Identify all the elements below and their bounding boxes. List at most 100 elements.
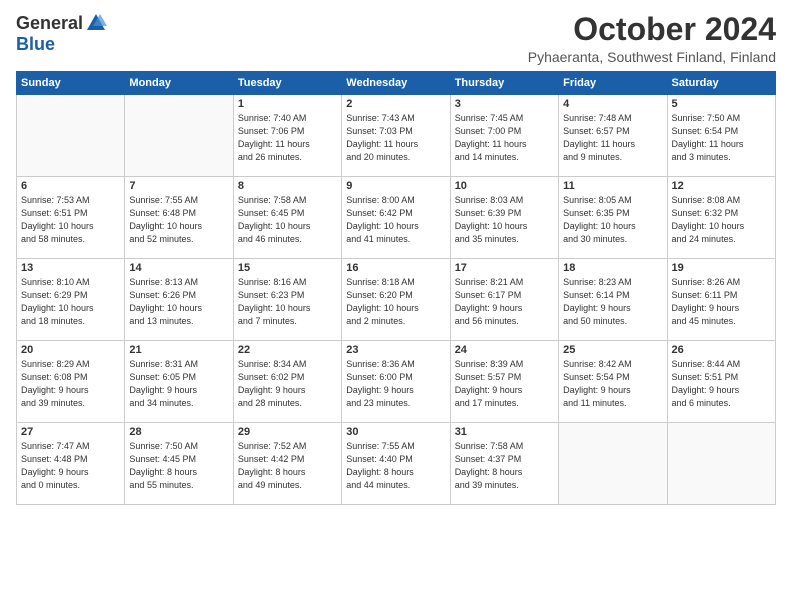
- calendar-cell: 2 Sunrise: 7:43 AM Sunset: 7:03 PM Daylig…: [342, 95, 450, 177]
- day-info: Sunrise: 7:45 AM Sunset: 7:00 PM Dayligh…: [455, 112, 554, 164]
- calendar-cell: [17, 95, 125, 177]
- calendar-cell: 10Sunrise: 8:03 AM Sunset: 6:39 PM Dayli…: [450, 177, 558, 259]
- day-info: Sunrise: 8:39 AM Sunset: 5:57 PM Dayligh…: [455, 358, 554, 410]
- day-number: 29: [238, 426, 337, 438]
- day-info: Sunrise: 7:55 AM Sunset: 4:40 PM Dayligh…: [346, 440, 445, 492]
- day-number: 14: [129, 262, 228, 274]
- calendar-cell: 18 Sunrise: 8:23 AM Sunset: 6:14 PM Dayli…: [559, 259, 667, 341]
- day-info: Sunrise: 8:00 AM Sunset: 6:42 PM Dayligh…: [346, 194, 445, 246]
- calendar-cell: 12Sunrise: 8:08 AM Sunset: 6:32 PM Dayli…: [667, 177, 775, 259]
- col-header-sunday: Sunday: [17, 72, 125, 95]
- calendar-cell: 20 Sunrise: 8:29 AM Sunset: 6:08 PM Dayli…: [17, 341, 125, 423]
- day-number: 4: [563, 98, 662, 110]
- day-number: 7: [129, 180, 228, 192]
- calendar-cell: 29Sunrise: 7:52 AM Sunset: 4:42 PM Dayli…: [233, 423, 341, 505]
- calendar-cell: 6 Sunrise: 7:53 AM Sunset: 6:51 PM Daylig…: [17, 177, 125, 259]
- day-number: 17: [455, 262, 554, 274]
- logo-general-text: General: [16, 13, 83, 34]
- day-info: Sunrise: 8:26 AM Sunset: 6:11 PM Dayligh…: [672, 276, 771, 328]
- calendar-cell: 28 Sunrise: 7:50 AM Sunset: 4:45 PM Dayli…: [125, 423, 233, 505]
- day-number: 2: [346, 98, 445, 110]
- day-number: 31: [455, 426, 554, 438]
- calendar-cell: 7 Sunrise: 7:55 AM Sunset: 6:48 PM Daylig…: [125, 177, 233, 259]
- calendar-cell: 30 Sunrise: 7:55 AM Sunset: 4:40 PM Dayli…: [342, 423, 450, 505]
- day-info: Sunrise: 7:47 AM Sunset: 4:48 PM Dayligh…: [21, 440, 120, 492]
- month-title: October 2024: [528, 12, 776, 47]
- calendar-table: SundayMondayTuesdayWednesdayThursdayFrid…: [16, 71, 776, 505]
- day-info: Sunrise: 8:23 AM Sunset: 6:14 PM Dayligh…: [563, 276, 662, 328]
- col-header-friday: Friday: [559, 72, 667, 95]
- day-info: Sunrise: 8:44 AM Sunset: 5:51 PM Dayligh…: [672, 358, 771, 410]
- col-header-saturday: Saturday: [667, 72, 775, 95]
- calendar-cell: 24 Sunrise: 8:39 AM Sunset: 5:57 PM Dayli…: [450, 341, 558, 423]
- day-info: Sunrise: 7:55 AM Sunset: 6:48 PM Dayligh…: [129, 194, 228, 246]
- day-info: Sunrise: 7:58 AM Sunset: 6:45 PM Dayligh…: [238, 194, 337, 246]
- calendar-cell: [559, 423, 667, 505]
- calendar-cell: 15Sunrise: 8:16 AM Sunset: 6:23 PM Dayli…: [233, 259, 341, 341]
- location-title: Pyhaeranta, Southwest Finland, Finland: [528, 49, 776, 65]
- day-info: Sunrise: 8:31 AM Sunset: 6:05 PM Dayligh…: [129, 358, 228, 410]
- col-header-thursday: Thursday: [450, 72, 558, 95]
- calendar-cell: 5 Sunrise: 7:50 AM Sunset: 6:54 PM Daylig…: [667, 95, 775, 177]
- calendar-cell: [125, 95, 233, 177]
- day-number: 28: [129, 426, 228, 438]
- day-info: Sunrise: 8:10 AM Sunset: 6:29 PM Dayligh…: [21, 276, 120, 328]
- day-info: Sunrise: 7:50 AM Sunset: 6:54 PM Dayligh…: [672, 112, 771, 164]
- day-info: Sunrise: 8:08 AM Sunset: 6:32 PM Dayligh…: [672, 194, 771, 246]
- logo-icon: [85, 12, 107, 34]
- logo-blue-text: Blue: [16, 34, 55, 55]
- day-number: 11: [563, 180, 662, 192]
- day-number: 23: [346, 344, 445, 356]
- day-info: Sunrise: 7:43 AM Sunset: 7:03 PM Dayligh…: [346, 112, 445, 164]
- calendar-cell: 25Sunrise: 8:42 AM Sunset: 5:54 PM Dayli…: [559, 341, 667, 423]
- day-info: Sunrise: 8:05 AM Sunset: 6:35 PM Dayligh…: [563, 194, 662, 246]
- col-header-monday: Monday: [125, 72, 233, 95]
- day-number: 19: [672, 262, 771, 274]
- calendar-cell: 21 Sunrise: 8:31 AM Sunset: 6:05 PM Dayli…: [125, 341, 233, 423]
- calendar-cell: [667, 423, 775, 505]
- calendar-cell: 11 Sunrise: 8:05 AM Sunset: 6:35 PM Dayli…: [559, 177, 667, 259]
- day-number: 18: [563, 262, 662, 274]
- day-info: Sunrise: 8:13 AM Sunset: 6:26 PM Dayligh…: [129, 276, 228, 328]
- calendar-cell: 22Sunrise: 8:34 AM Sunset: 6:02 PM Dayli…: [233, 341, 341, 423]
- calendar-cell: 14 Sunrise: 8:13 AM Sunset: 6:26 PM Dayli…: [125, 259, 233, 341]
- calendar-cell: 9 Sunrise: 8:00 AM Sunset: 6:42 PM Daylig…: [342, 177, 450, 259]
- calendar-cell: 1 Sunrise: 7:40 AM Sunset: 7:06 PM Daylig…: [233, 95, 341, 177]
- calendar-cell: 23Sunrise: 8:36 AM Sunset: 6:00 PM Dayli…: [342, 341, 450, 423]
- day-info: Sunrise: 8:18 AM Sunset: 6:20 PM Dayligh…: [346, 276, 445, 328]
- day-info: Sunrise: 8:29 AM Sunset: 6:08 PM Dayligh…: [21, 358, 120, 410]
- day-info: Sunrise: 7:53 AM Sunset: 6:51 PM Dayligh…: [21, 194, 120, 246]
- calendar-cell: 27 Sunrise: 7:47 AM Sunset: 4:48 PM Dayli…: [17, 423, 125, 505]
- logo: General Blue: [16, 12, 107, 55]
- calendar-cell: 19 Sunrise: 8:26 AM Sunset: 6:11 PM Dayli…: [667, 259, 775, 341]
- calendar-cell: 3 Sunrise: 7:45 AM Sunset: 7:00 PM Daylig…: [450, 95, 558, 177]
- day-number: 13: [21, 262, 120, 274]
- day-info: Sunrise: 7:40 AM Sunset: 7:06 PM Dayligh…: [238, 112, 337, 164]
- day-info: Sunrise: 8:16 AM Sunset: 6:23 PM Dayligh…: [238, 276, 337, 328]
- day-info: Sunrise: 7:58 AM Sunset: 4:37 PM Dayligh…: [455, 440, 554, 492]
- day-number: 10: [455, 180, 554, 192]
- day-info: Sunrise: 7:50 AM Sunset: 4:45 PM Dayligh…: [129, 440, 228, 492]
- day-number: 3: [455, 98, 554, 110]
- day-number: 5: [672, 98, 771, 110]
- day-number: 16: [346, 262, 445, 274]
- day-info: Sunrise: 7:48 AM Sunset: 6:57 PM Dayligh…: [563, 112, 662, 164]
- day-number: 27: [21, 426, 120, 438]
- day-number: 20: [21, 344, 120, 356]
- calendar-cell: 16 Sunrise: 8:18 AM Sunset: 6:20 PM Dayli…: [342, 259, 450, 341]
- calendar-cell: 13 Sunrise: 8:10 AM Sunset: 6:29 PM Dayli…: [17, 259, 125, 341]
- col-header-wednesday: Wednesday: [342, 72, 450, 95]
- calendar-cell: 31 Sunrise: 7:58 AM Sunset: 4:37 PM Dayli…: [450, 423, 558, 505]
- day-info: Sunrise: 8:21 AM Sunset: 6:17 PM Dayligh…: [455, 276, 554, 328]
- col-header-tuesday: Tuesday: [233, 72, 341, 95]
- day-info: Sunrise: 8:42 AM Sunset: 5:54 PM Dayligh…: [563, 358, 662, 410]
- day-number: 24: [455, 344, 554, 356]
- day-number: 9: [346, 180, 445, 192]
- title-section: October 2024 Pyhaeranta, Southwest Finla…: [528, 12, 776, 65]
- day-number: 6: [21, 180, 120, 192]
- day-number: 1: [238, 98, 337, 110]
- day-number: 30: [346, 426, 445, 438]
- calendar-cell: 8Sunrise: 7:58 AM Sunset: 6:45 PM Daylig…: [233, 177, 341, 259]
- day-info: Sunrise: 8:34 AM Sunset: 6:02 PM Dayligh…: [238, 358, 337, 410]
- day-number: 21: [129, 344, 228, 356]
